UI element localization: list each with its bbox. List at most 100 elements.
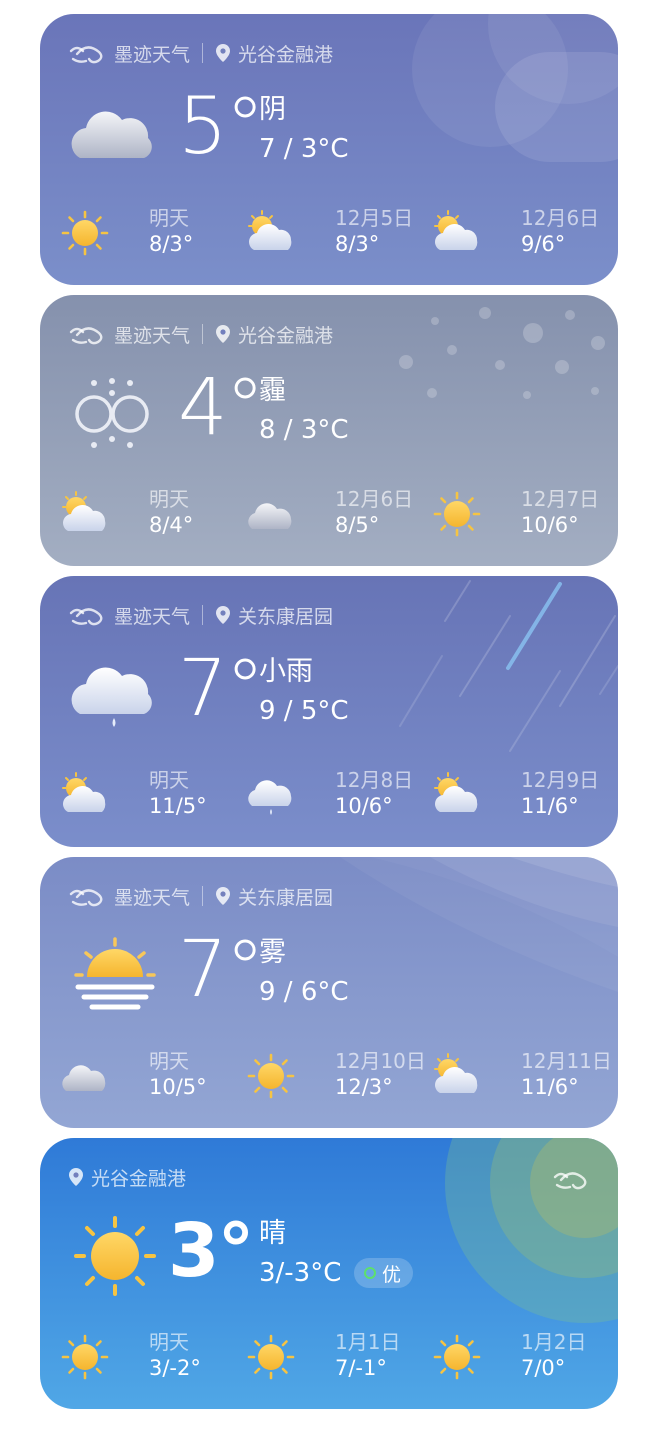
widget-stack: 墨迹天气 光谷金融港 5° 阴 7 / 3°C 明天 8/3° 12月5日 8/… [0,0,658,1433]
forecast-range: 11/6° [521,1075,579,1099]
temperature-range: 8 / 3°C [259,415,349,445]
cloudy-icon [70,92,160,172]
forecast-day: 12月10日 12/3° [246,1045,426,1109]
partly-cloudy-icon [432,1053,482,1099]
weather-widget-sunny[interactable]: 光谷金融港 3° 晴 3/-3°C 优 明天 3/-2° 1月1日 7/-1° … [40,1138,618,1409]
temperature-range: 3/-3°C [259,1258,342,1288]
location-pin-icon [215,605,231,625]
forecast-date: 明天 [149,487,189,511]
forecast-range: 7/0° [521,1356,566,1380]
widget-header: 墨迹天气 光谷金融港 [68,40,333,66]
forecast-day: 明天 11/5° [60,764,230,828]
moji-logo-icon [68,321,106,347]
temperature-range: 7 / 3°C [259,134,349,164]
brand-name: 墨迹天气 [114,324,191,347]
temperature-range: 9 / 5°C [259,696,349,726]
weather-condition: 阴 [259,94,286,125]
air-quality-badge: 优 [354,1258,414,1288]
forecast-date: 1月1日 [335,1330,401,1354]
sun-icon [246,1053,296,1099]
location-name: 光谷金融港 [238,43,334,66]
forecast-date: 明天 [149,1330,189,1354]
brand-name: 墨迹天气 [114,43,191,66]
forecast-date: 明天 [149,1049,189,1073]
forecast-date: 12月10日 [335,1049,426,1073]
sun-icon [70,1216,160,1296]
brand-name: 墨迹天气 [114,605,191,628]
forecast-range: 8/4° [149,513,194,537]
location-name: 光谷金融港 [238,324,334,347]
sun-icon [432,1334,482,1380]
forecast-day: 12月11日 11/6° [432,1045,612,1109]
forecast-range: 8/3° [149,232,194,256]
current-temperature: 7° [178,644,265,734]
forecast-day: 明天 8/4° [60,483,230,547]
location-name: 光谷金融港 [91,1167,187,1190]
partly-cloudy-icon [432,210,482,256]
forecast-date: 12月7日 [521,487,600,511]
forecast-day: 明天 3/-2° [60,1326,230,1390]
widget-header: 墨迹天气 关东康居园 [68,602,333,628]
forecast-day: 1月1日 7/-1° [246,1326,416,1390]
divider [202,324,204,344]
location-pin-icon [215,324,231,344]
forecast-range: 12/3° [335,1075,393,1099]
forecast-date: 1月2日 [521,1330,587,1354]
partly-cloudy-icon [246,210,296,256]
current-temperature: 4° [178,363,265,453]
forecast-range: 3/-2° [149,1356,201,1380]
forecast-day: 12月8日 10/6° [246,764,416,828]
forecast-range: 10/6° [521,513,579,537]
moji-logo-icon [68,602,106,628]
weather-widget-overcast[interactable]: 墨迹天气 光谷金融港 5° 阴 7 / 3°C 明天 8/3° 12月5日 8/… [40,14,618,285]
location-name: 关东康居园 [238,605,334,628]
current-temperature: 7° [178,925,265,1015]
forecast-range: 8/3° [335,232,380,256]
moji-logo-icon [68,40,106,66]
forecast-day: 1月2日 7/0° [432,1326,602,1390]
sun-icon [246,1334,296,1380]
forecast-range: 10/5° [149,1075,207,1099]
haze-icon [70,373,160,453]
forecast-date: 12月6日 [521,206,600,230]
location-pin-icon [68,1167,84,1187]
forecast-date: 12月9日 [521,768,600,792]
forecast-range: 11/6° [521,794,579,818]
air-quality-dot-icon [364,1267,376,1279]
temperature-range: 9 / 6°C [259,977,349,1007]
forecast-range: 10/6° [335,794,393,818]
current-temperature: 3° [168,1208,254,1294]
moji-logo-icon [68,883,106,909]
forecast-range: 9/6° [521,232,566,256]
weather-widget-fog[interactable]: 墨迹天气 关东康居园 7° 雾 9 / 6°C 明天 10/5° 12月10日 … [40,857,618,1128]
forecast-range: 11/5° [149,794,207,818]
brand-name: 墨迹天气 [114,886,191,909]
weather-widget-haze[interactable]: 墨迹天气 光谷金融港 4° 霾 8 / 3°C 明天 8/4° 12月6日 8/… [40,295,618,566]
forecast-day: 12月7日 10/6° [432,483,602,547]
weather-condition: 雾 [259,937,286,968]
divider [202,886,204,906]
forecast-day: 12月6日 8/5° [246,483,416,547]
fog-icon [70,935,160,1015]
forecast-date: 12月6日 [335,487,414,511]
partly-cloudy-icon [60,772,110,818]
divider [202,43,204,63]
cloudy-icon [246,491,296,537]
light-rain-icon [246,772,296,818]
weather-widget-rain[interactable]: 墨迹天气 关东康居园 7° 小雨 9 / 5°C 明天 11/5° 12月8日 … [40,576,618,847]
forecast-day: 12月5日 8/3° [246,202,416,266]
sun-icon [60,210,110,256]
sun-icon [432,491,482,537]
location-name: 关东康居园 [238,886,334,909]
widget-header: 墨迹天气 关东康居园 [68,883,333,909]
partly-cloudy-icon [432,772,482,818]
forecast-day: 12月6日 9/6° [432,202,602,266]
divider [202,605,204,625]
partly-cloudy-icon [60,491,110,537]
widget-header: 光谷金融港 [68,1164,186,1190]
air-quality-label: 优 [382,1263,402,1286]
light-rain-icon [70,654,160,734]
forecast-range: 7/-1° [335,1356,387,1380]
forecast-date: 明天 [149,206,189,230]
weather-condition: 小雨 [259,656,313,687]
